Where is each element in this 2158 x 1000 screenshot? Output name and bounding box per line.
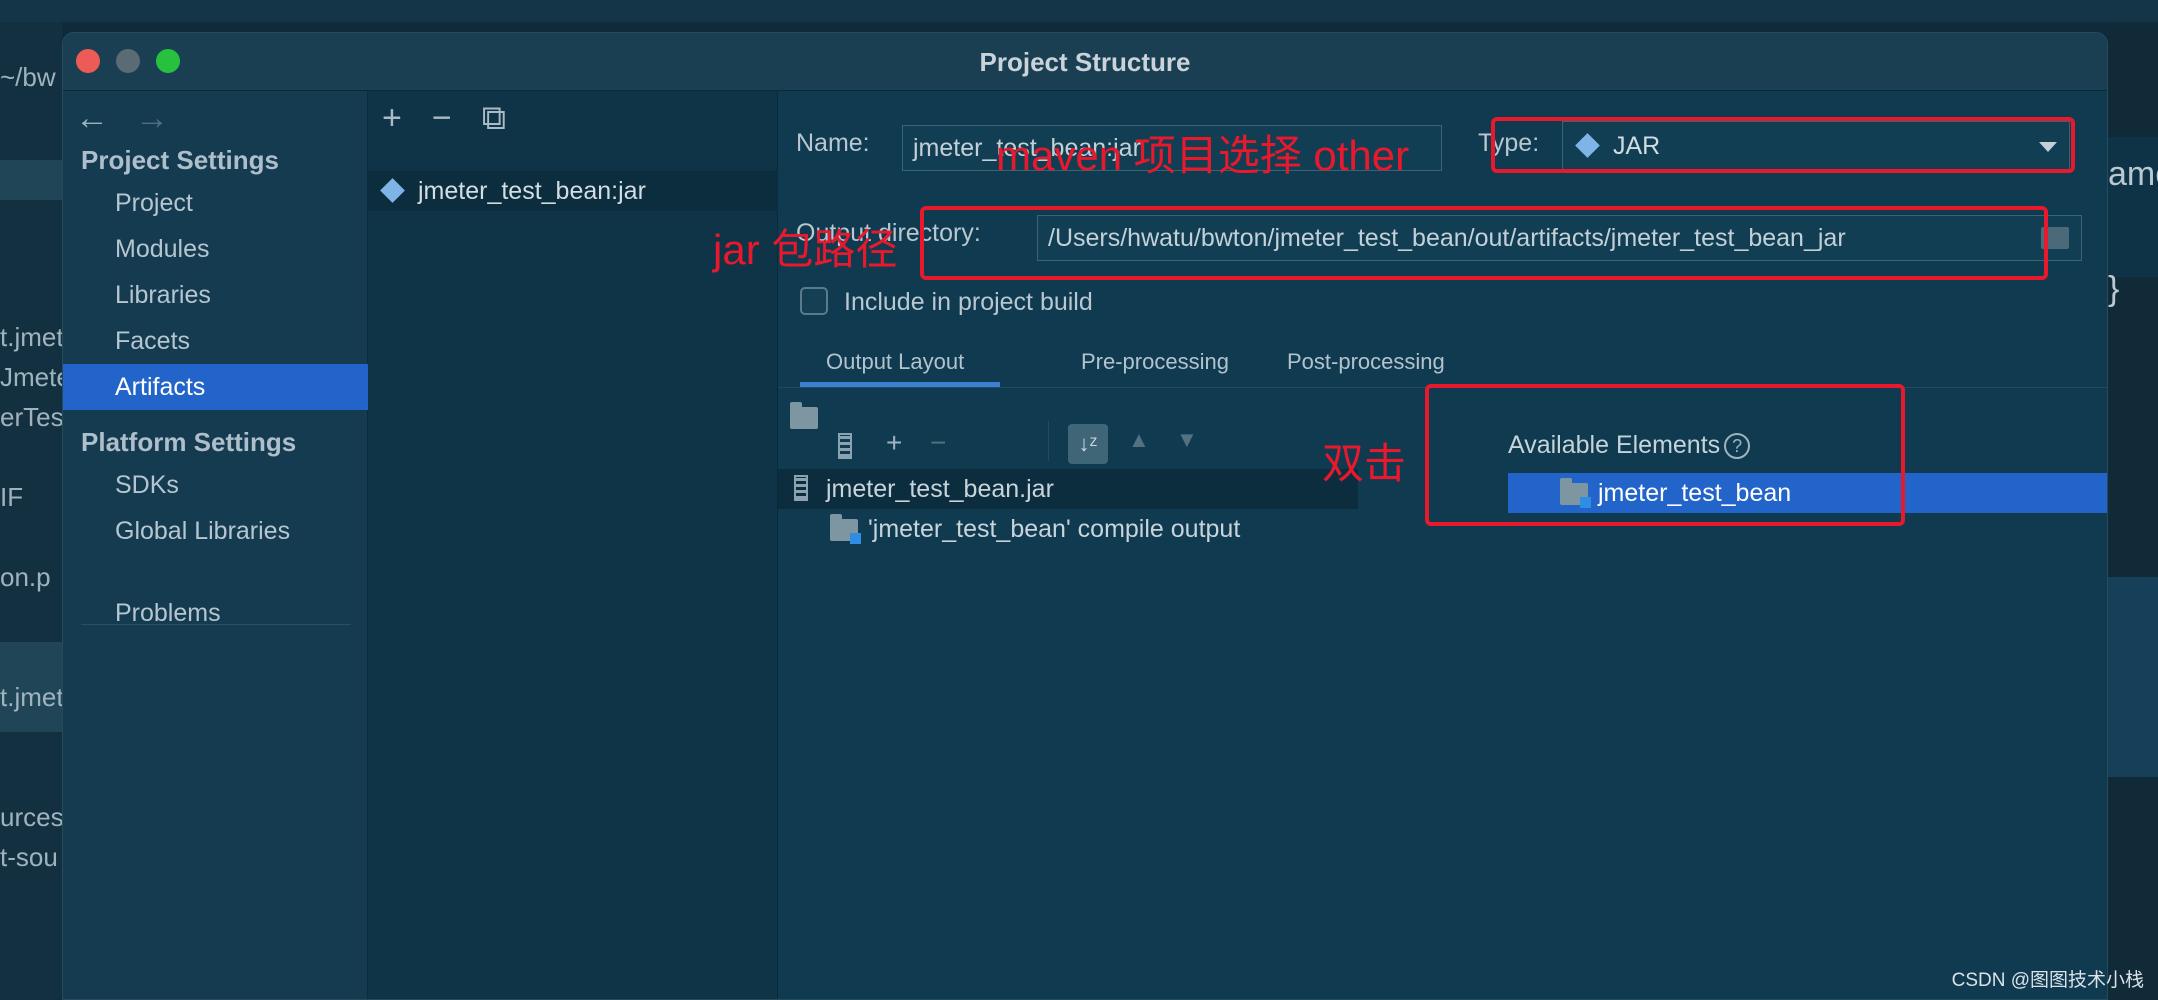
window-title: Project Structure: [979, 47, 1191, 77]
jar-file-icon: [794, 475, 808, 501]
add-copy-icon[interactable]: +: [886, 427, 902, 459]
create-archive-icon[interactable]: [838, 433, 852, 459]
available-elements-annotation-box: [1425, 384, 1905, 526]
settings-sidebar: ← → Project Settings Project Modules Libr…: [63, 91, 368, 999]
copy-icon[interactable]: ⧉: [482, 99, 506, 138]
module-output-folder-icon: [830, 514, 861, 544]
tab-post-processing[interactable]: Post-processing: [1287, 349, 1445, 375]
output-path-annotation-box: [920, 206, 2048, 280]
sidebar-item-modules[interactable]: Modules: [63, 226, 368, 272]
background-text: IF: [0, 482, 24, 512]
move-down-icon[interactable]: ▼: [1176, 427, 1198, 453]
back-arrow-icon[interactable]: ←: [75, 99, 109, 138]
forward-arrow-icon[interactable]: →: [135, 99, 169, 138]
background-highlight: [0, 160, 62, 200]
type-annotation-text: maven 项目选择 other: [996, 132, 1410, 179]
double-click-annotation-text: 双击: [1322, 440, 1407, 487]
type-annotation-box: [1491, 117, 2075, 173]
layout-child-label: 'jmeter_test_bean' compile output: [868, 515, 1241, 543]
include-in-build-label: Include in project build: [844, 288, 1093, 316]
tab-output-layout[interactable]: Output Layout: [826, 349, 964, 375]
layout-root-label: jmeter_test_bean.jar: [826, 475, 1054, 503]
move-up-icon[interactable]: ▲: [1128, 427, 1150, 453]
title-bar[interactable]: Project Structure: [63, 33, 2107, 91]
layout-root-jar[interactable]: jmeter_test_bean.jar: [778, 469, 1358, 509]
background-text: }: [2108, 270, 2120, 308]
background-panel: [2108, 577, 2158, 777]
remove-element-icon[interactable]: −: [930, 427, 946, 459]
background-text: ame: [2108, 155, 2158, 193]
watermark: CSDN @图图技术小栈: [1951, 970, 2144, 991]
output-path-annotation-text: jar 包路径: [713, 226, 898, 273]
background-text: erTes: [0, 402, 62, 432]
layout-child-compile-output[interactable]: 'jmeter_test_bean' compile output: [826, 509, 1240, 549]
background-text: on.p: [0, 562, 51, 592]
platform-settings-heading: Platform Settings: [81, 427, 297, 457]
artifact-jar-icon: [380, 178, 405, 203]
tab-pre-processing[interactable]: Pre-processing: [1081, 349, 1229, 375]
sidebar-item-sdks[interactable]: SDKs: [63, 462, 368, 508]
background-text: t-sou: [0, 842, 58, 872]
toolbar-divider: [1048, 421, 1049, 461]
background-text: t.jmet: [0, 322, 62, 352]
project-settings-heading: Project Settings: [81, 145, 279, 175]
background-text: Jmete: [0, 362, 62, 392]
artifact-list-item-label: jmeter_test_bean:jar: [418, 177, 646, 205]
sidebar-item-facets[interactable]: Facets: [63, 318, 368, 364]
sidebar-item-project[interactable]: Project: [63, 180, 368, 226]
folder-add-icon: [790, 402, 818, 429]
background-ide-toolbar: [0, 0, 2158, 22]
include-in-build-checkbox[interactable]: [800, 287, 828, 315]
remove-icon[interactable]: −: [432, 99, 452, 138]
add-icon[interactable]: +: [382, 99, 402, 138]
name-label: Name:: [796, 129, 870, 157]
sidebar-item-problems[interactable]: Problems: [63, 590, 368, 636]
background-text: t.jmet: [0, 682, 62, 712]
sort-elements-icon[interactable]: ↓ᶻ: [1068, 424, 1108, 464]
sidebar-item-global-libraries[interactable]: Global Libraries: [63, 508, 368, 554]
artifacts-toolbar: + − ⧉: [382, 99, 536, 138]
sidebar-item-libraries[interactable]: Libraries: [63, 272, 368, 318]
sidebar-item-artifacts[interactable]: Artifacts: [63, 364, 368, 410]
nav-arrows: ← →: [75, 99, 195, 139]
artifact-list-item[interactable]: jmeter_test_bean:jar: [368, 171, 778, 211]
background-text: urces: [0, 802, 62, 832]
background-text: ~/bw: [0, 62, 56, 92]
